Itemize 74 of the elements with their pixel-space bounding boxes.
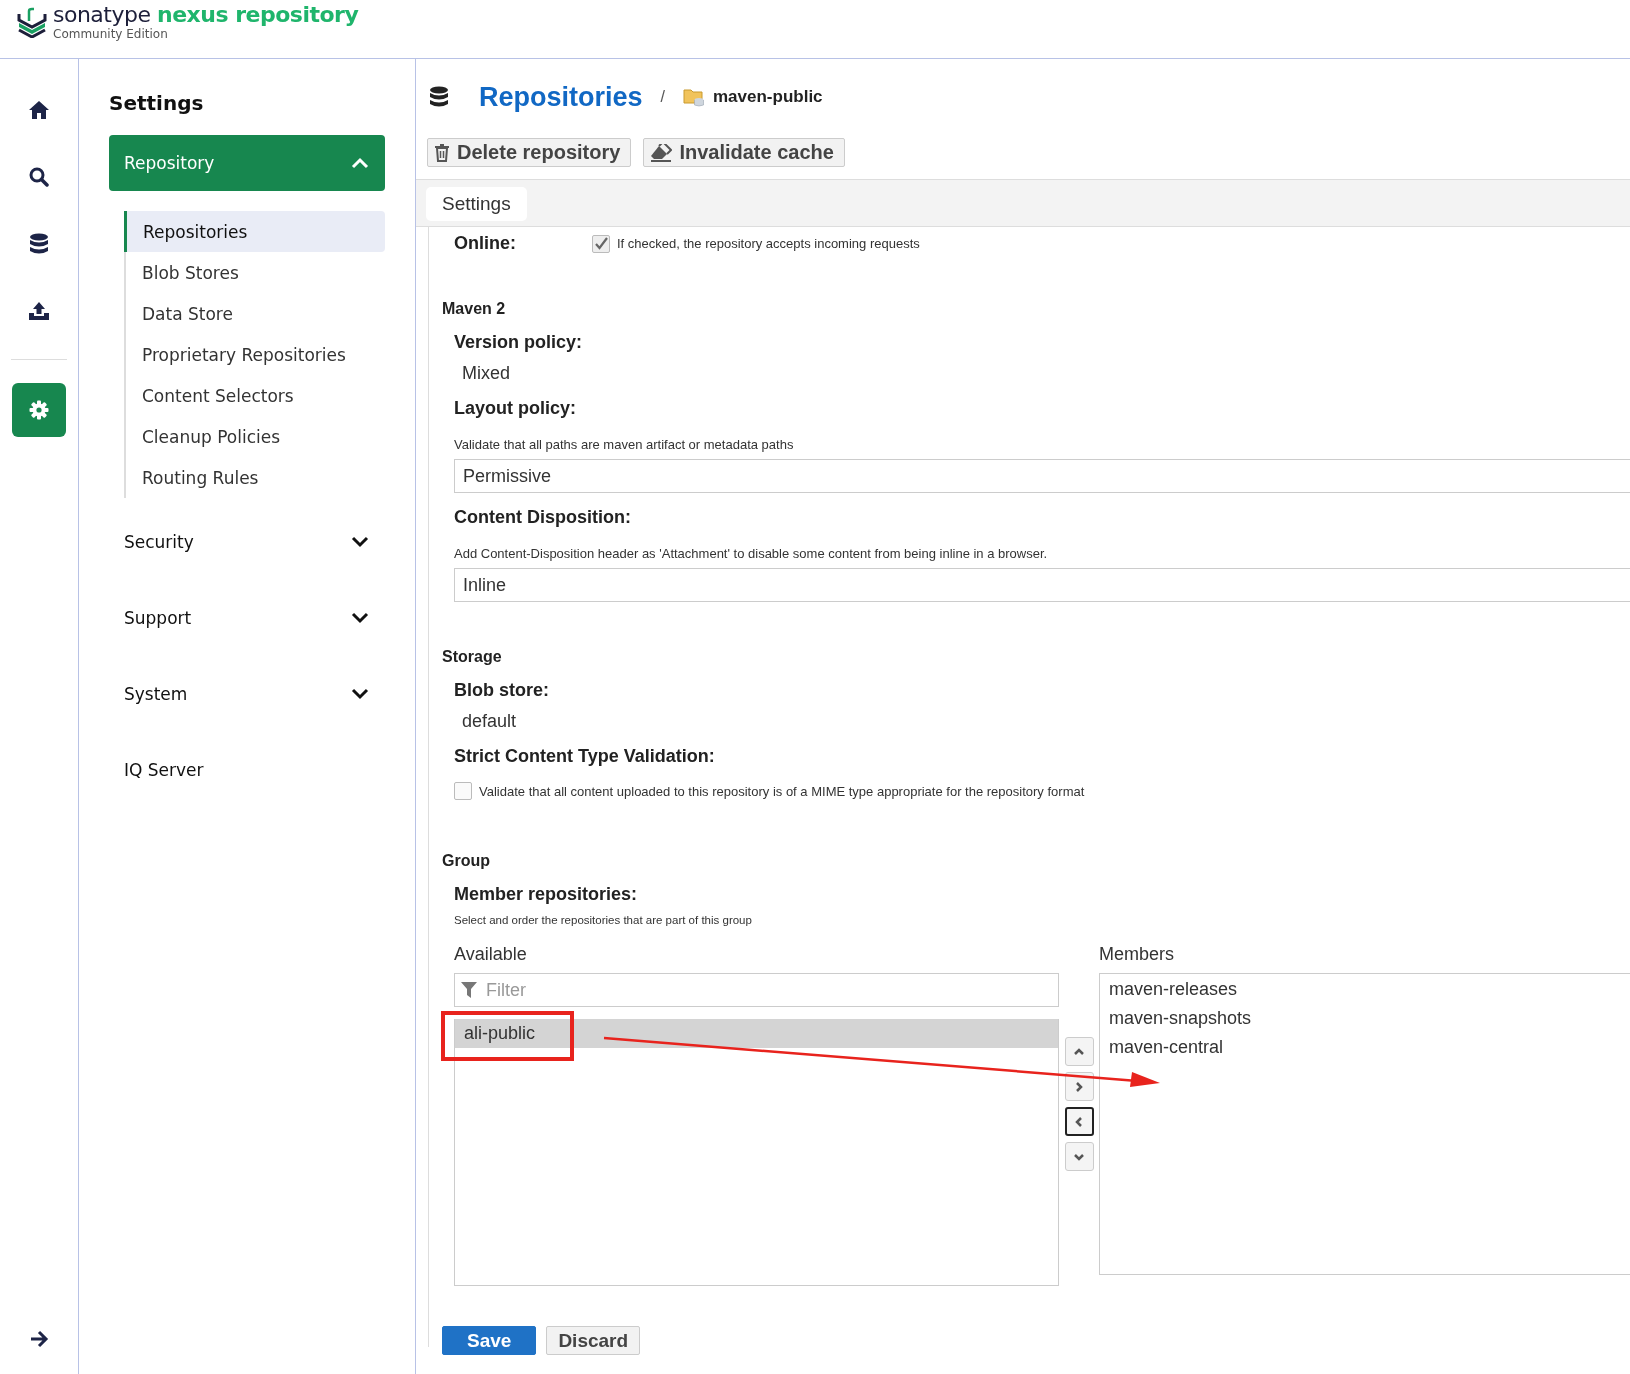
field-value: default (461, 711, 518, 732)
checkbox[interactable] (592, 234, 610, 253)
chevron-left-icon (1073, 1115, 1085, 1128)
field-hint: Validate that all paths are maven artifact or metadata paths (453, 437, 795, 452)
select-field[interactable]: Inline (454, 568, 1630, 602)
sidebar-item[interactable]: Content Selectors (126, 375, 385, 416)
sidebar-item[interactable]: Routing Rules (126, 457, 385, 498)
database-icon (29, 233, 49, 255)
sidebar-item[interactable]: Repositories (124, 211, 385, 252)
trash-icon (434, 143, 450, 162)
page-title[interactable]: Repositories (479, 81, 643, 113)
field-hint: Add Content-Disposition header as 'Attachment' to disable some content from being inline in a browser. (453, 546, 1049, 561)
section-title: Maven 2 (442, 300, 507, 318)
select-field[interactable]: Permissive (454, 459, 1630, 493)
field-label: Content Disposition: (453, 507, 632, 528)
field-label: Strict Content Type Validation: (453, 746, 716, 767)
eraser-icon (650, 143, 673, 162)
sidebar-item[interactable]: Blob Stores (126, 252, 385, 293)
brand-name: sonatype (53, 2, 151, 27)
arrow-right-icon[interactable] (29, 1330, 49, 1348)
settings-rail-button[interactable] (12, 383, 66, 437)
sidebar-title: Settings (109, 91, 205, 115)
move-left-button[interactable] (1064, 1107, 1094, 1136)
field-value: Mixed (461, 363, 511, 384)
folder-database-icon (683, 87, 705, 107)
sidebar-link[interactable]: IQ Server (109, 742, 385, 798)
filter-field[interactable]: Filter (454, 973, 1059, 1007)
upload-icon (28, 301, 50, 321)
repository-name: maven-public (713, 87, 823, 107)
invalidate-button[interactable]: Invalidate cache (643, 138, 845, 167)
move-right-button[interactable] (1064, 1072, 1094, 1101)
home-icon (28, 100, 50, 120)
product-name: nexus repository (157, 2, 359, 27)
sidebar-section[interactable]: System (109, 666, 385, 722)
settings-icon (29, 400, 49, 420)
breadcrumb-separator: / (660, 88, 665, 106)
list-title: Available (454, 944, 528, 965)
chevron-down-icon (351, 612, 369, 624)
edition-label: Community Edition (53, 27, 169, 41)
field-label: Blob store: (453, 680, 550, 701)
sidebar-item[interactable]: Data Store (126, 293, 385, 334)
delete-button[interactable]: Delete repository (427, 138, 632, 167)
save-button[interactable]: Save (442, 1326, 537, 1355)
list-item[interactable]: maven-releases (1100, 975, 1630, 1004)
list-title: Members (1099, 944, 1175, 965)
move-up-button[interactable] (1064, 1037, 1094, 1066)
field-label: Member repositories: (453, 884, 639, 905)
field-hint: Validate that all content uploaded to this repository is of a MIME type appropriate for the repository format (479, 783, 1085, 799)
move-down-button[interactable] (1064, 1142, 1094, 1171)
field-label: Online: (454, 233, 517, 254)
chevron-down-icon (351, 536, 369, 548)
list-item[interactable]: maven-central (1100, 1033, 1630, 1062)
sidebar-item[interactable]: Proprietary Repositories (126, 334, 385, 375)
list-item[interactable]: maven-snapshots (1100, 1004, 1630, 1033)
chevron-down-icon (351, 688, 369, 700)
section-title: Storage (442, 648, 503, 666)
field-label: Layout policy: (453, 398, 577, 419)
tab[interactable]: Settings (426, 187, 527, 221)
sidebar-section[interactable]: Repository (109, 135, 385, 191)
list-item[interactable]: ali-public (455, 1019, 1058, 1048)
field-label: Version policy: (453, 332, 584, 353)
sidebar-section[interactable]: Support (109, 590, 385, 646)
section-title: Group (442, 852, 491, 870)
sidebar-section[interactable]: Security (109, 514, 385, 570)
chevron-up-icon (351, 157, 369, 169)
field-hint: If checked, the repository accepts incoming requests (617, 236, 920, 251)
logo-icon (17, 6, 47, 38)
field-hint: Select and order the repositories that are part of this group (453, 914, 753, 926)
discard-button[interactable]: Discard (546, 1326, 641, 1355)
checkbox[interactable] (454, 782, 472, 800)
search-icon (29, 167, 49, 187)
database-icon (429, 86, 449, 108)
chevron-right-icon (1073, 1080, 1085, 1093)
sidebar-item[interactable]: Cleanup Policies (126, 416, 385, 457)
